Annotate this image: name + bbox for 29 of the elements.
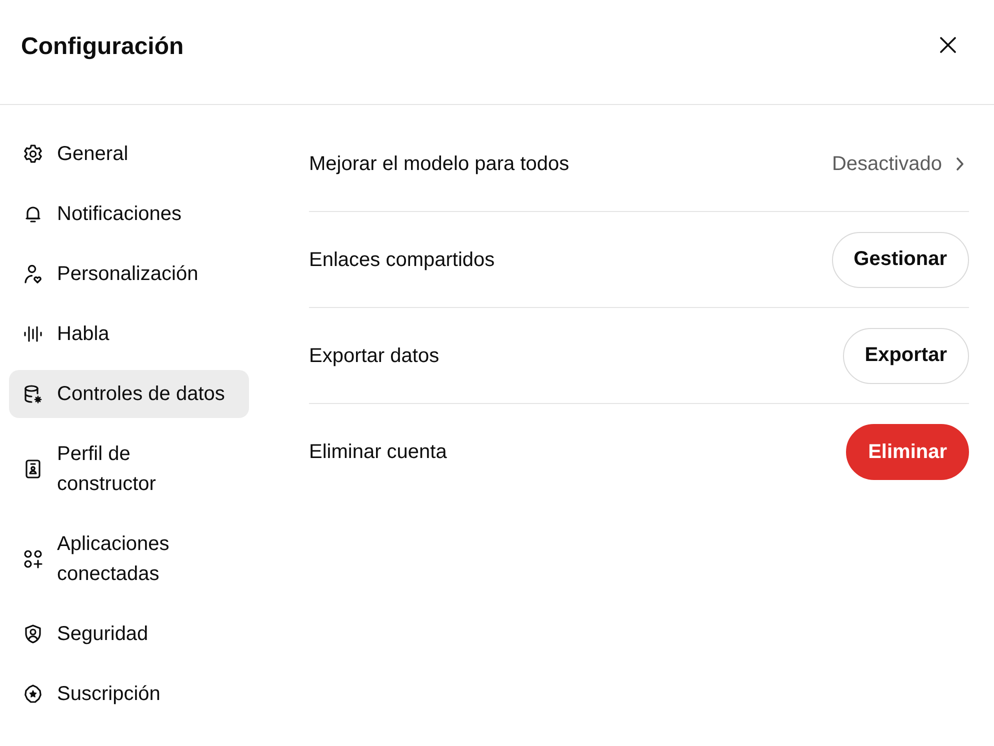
person-heart-icon — [23, 264, 43, 284]
circles-plus-icon — [23, 549, 43, 569]
setting-label: Enlaces compartidos — [309, 248, 495, 272]
sidebar-item[interactable]: Personalización — [9, 250, 249, 298]
id-badge-icon — [23, 459, 43, 479]
sidebar-item[interactable]: Controles de datos — [9, 370, 249, 418]
setting-label: Eliminar cuenta — [309, 440, 447, 465]
shield-person-icon — [23, 624, 43, 644]
window-title: Configuración — [21, 32, 184, 62]
sidebar-item[interactable]: Perfil de constructor — [9, 430, 249, 508]
sidebar-item[interactable]: Seguridad — [9, 610, 249, 658]
settings-icon — [23, 144, 43, 164]
bell-icon — [23, 204, 43, 224]
sidebar-item[interactable]: Notificaciones — [9, 190, 249, 238]
export-button[interactable]: Exportar — [842, 328, 969, 384]
setting-label: Mejorar el modelo para todos — [309, 152, 570, 176]
sidebar-item[interactable]: General — [9, 130, 249, 178]
waveform-icon — [23, 324, 43, 344]
delete-button[interactable]: Eliminar — [846, 424, 969, 480]
sidebar-item[interactable]: Aplicaciones conectadas — [9, 520, 249, 598]
setting-label: Exportar datos — [309, 344, 440, 368]
star-badge-icon — [23, 684, 43, 704]
manage-button[interactable]: Gestionar — [832, 232, 969, 288]
chevron-right-icon — [956, 156, 964, 170]
sidebar-item[interactable]: Habla — [9, 310, 249, 358]
close-icon — [940, 37, 956, 53]
database-gear-icon — [23, 384, 43, 404]
setting-value-button[interactable]: Desactivado — [832, 150, 969, 178]
sidebar-item[interactable]: Suscripción — [9, 670, 249, 718]
